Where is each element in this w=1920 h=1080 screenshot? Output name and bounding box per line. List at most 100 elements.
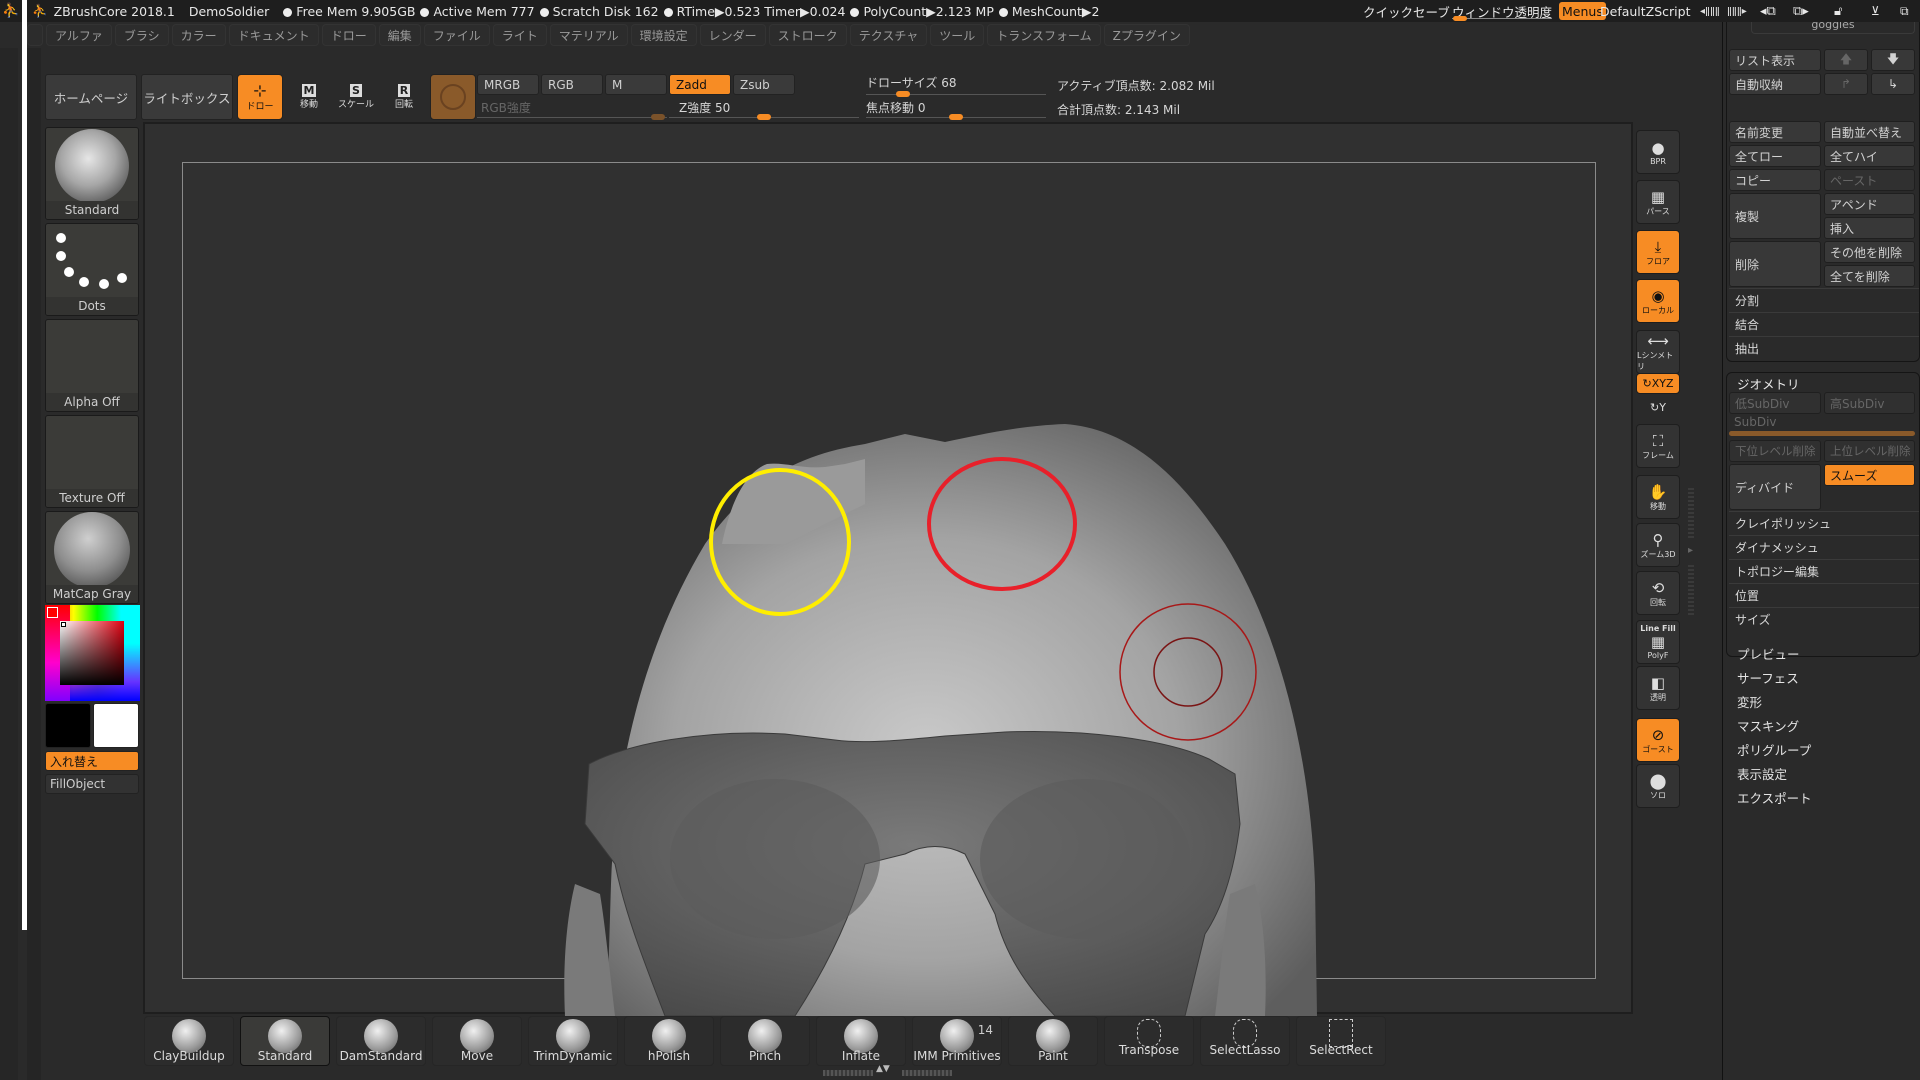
auto-reorder-button[interactable]: 自動並べ替え	[1824, 121, 1915, 143]
menu-light[interactable]: ライト	[492, 24, 547, 46]
focal-shift-knob[interactable]	[949, 114, 963, 120]
bpr-button[interactable]: ● BPR	[1636, 130, 1680, 174]
size-section[interactable]: サイズ	[1729, 607, 1919, 631]
draw-mode-button[interactable]: ⊹ ドロー	[237, 74, 283, 120]
alpha-selector[interactable]: Alpha Off	[45, 319, 139, 412]
move-up-arrow-icon[interactable]: 🡅	[1824, 49, 1868, 71]
brushbar-scroll-right[interactable]	[902, 1070, 952, 1076]
ghost-button[interactable]: ⊘ ゴースト	[1636, 718, 1680, 762]
zsub-button[interactable]: Zsub	[733, 74, 795, 95]
right-shelf-collapse-icon[interactable]: ▸	[1688, 545, 1693, 556]
polygroups-section[interactable]: ポリグループ	[1737, 740, 1811, 759]
brush-claybuildup[interactable]: ClayBuildup	[144, 1016, 234, 1066]
menu-render[interactable]: レンダー	[699, 24, 766, 46]
rotate-button[interactable]: ⟲ 回転	[1636, 571, 1680, 615]
z-intensity-knob[interactable]	[757, 114, 771, 120]
draw-size-track[interactable]	[866, 94, 1046, 95]
right-shelf-scroll-top[interactable]	[1688, 488, 1694, 538]
brush-pinch[interactable]: Pinch	[720, 1016, 810, 1066]
geometry-title[interactable]: ジオメトリ	[1737, 374, 1800, 393]
stroke-selector[interactable]: Dots	[45, 223, 139, 316]
all-high-button[interactable]: 全てハイ	[1824, 145, 1915, 167]
brush-selectrect[interactable]: SelectRect	[1296, 1016, 1386, 1066]
zoom3d-button[interactable]: ⚲ ズーム3D	[1636, 523, 1680, 567]
y-button[interactable]: ↻Y	[1636, 398, 1680, 416]
display-properties-section[interactable]: 表示設定	[1737, 764, 1787, 783]
polyf-button[interactable]: Line Fill ▦ PolyF	[1636, 620, 1680, 664]
menu-material[interactable]: マテリアル	[549, 24, 628, 46]
divide-button[interactable]: ディバイド	[1729, 464, 1821, 510]
shrink-ui-icon[interactable]: ◂ǁǁǁ	[1700, 0, 1720, 22]
delete-lower-button[interactable]: 下位レベル削除	[1729, 440, 1821, 462]
brush-selector[interactable]: Standard	[45, 127, 139, 220]
menu-brush[interactable]: ブラシ	[114, 24, 169, 46]
material-sphere-button[interactable]	[430, 74, 476, 120]
rename-button[interactable]: 名前変更	[1729, 121, 1821, 143]
brush-trimdynamic[interactable]: TrimDynamic	[528, 1016, 618, 1066]
deformation-section[interactable]: 変形	[1737, 692, 1762, 711]
brush-selectlasso[interactable]: SelectLasso	[1200, 1016, 1290, 1066]
move-down-arrow-icon[interactable]: 🡇	[1871, 49, 1915, 71]
delete-other-button[interactable]: その他を削除	[1824, 241, 1915, 263]
prev-layout-icon[interactable]: ◂⧉	[1760, 0, 1776, 22]
swap-colors-button[interactable]: 入れ替え	[45, 751, 139, 771]
menu-stroke[interactable]: ストローク	[768, 24, 847, 46]
brush-damstandard[interactable]: DamStandard	[336, 1016, 426, 1066]
menu-tool[interactable]: ツール	[930, 24, 985, 46]
menu-file[interactable]: ファイル	[423, 24, 490, 46]
rgb-button[interactable]: RGB	[541, 74, 603, 95]
paste-button[interactable]: ペースト	[1824, 169, 1915, 191]
move-up-turn-icon[interactable]: ↱	[1824, 73, 1868, 95]
split-section[interactable]: 分割	[1729, 288, 1919, 312]
rgb-intensity-knob[interactable]	[651, 114, 665, 120]
brush-hpolish[interactable]: hPolish	[624, 1016, 714, 1066]
material-selector[interactable]: MatCap Gray	[45, 511, 139, 604]
tertiary-color-swatch[interactable]	[93, 703, 139, 748]
brush-paint[interactable]: Paint	[1008, 1016, 1098, 1066]
transparency-knob[interactable]	[1453, 16, 1467, 21]
move-button[interactable]: ✋ 移動	[1636, 475, 1680, 519]
position-section[interactable]: 位置	[1729, 583, 1919, 607]
quicksave-button[interactable]: クイックセーブ	[1363, 0, 1450, 22]
draw-size-knob[interactable]	[895, 91, 910, 97]
move-mode-button[interactable]: M 移動	[286, 74, 332, 120]
rgb-intensity-track[interactable]	[477, 117, 667, 118]
lsym-button[interactable]: ⟷ Lシンメトリ	[1636, 330, 1680, 374]
brush-transpose[interactable]: Transpose	[1104, 1016, 1194, 1066]
brush-move[interactable]: Move	[432, 1016, 522, 1066]
menu-transform[interactable]: トランスフォーム	[987, 24, 1101, 46]
scale-mode-button[interactable]: S スケール	[333, 74, 379, 120]
subdiv-slider[interactable]	[1729, 431, 1915, 436]
merge-section[interactable]: 結合	[1729, 312, 1919, 336]
all-low-button[interactable]: 全てロー	[1729, 145, 1821, 167]
lower-subdiv-button[interactable]: 低SubDiv	[1729, 392, 1821, 414]
smooth-toggle[interactable]: スムーズ	[1824, 464, 1915, 486]
right-shelf-scroll-bottom[interactable]	[1688, 565, 1694, 615]
preview-section[interactable]: プレビュー	[1737, 644, 1800, 663]
color-picker[interactable]	[45, 605, 140, 701]
menu-scroll[interactable]	[27, 24, 43, 46]
secondary-color-swatch[interactable]	[45, 703, 91, 748]
next-layout-icon[interactable]: ⧉▸	[1793, 0, 1809, 22]
menu-color[interactable]: カラー	[171, 24, 226, 46]
edit-topology-section[interactable]: トポロジー編集	[1729, 559, 1919, 583]
xyz-button[interactable]: ↻XYZ	[1636, 373, 1680, 394]
menu-alpha[interactable]: アルファ	[46, 24, 112, 46]
list-view-button[interactable]: リスト表示	[1729, 49, 1821, 71]
unlock-icon[interactable]: 🔓︎	[1834, 0, 1842, 22]
m-button[interactable]: M	[605, 74, 667, 95]
brushbar-toggle-icon[interactable]: ▲▼	[876, 1064, 890, 1074]
solo-button[interactable]: ⬤ ソロ	[1636, 764, 1680, 808]
delete-button[interactable]: 削除	[1729, 241, 1821, 287]
frame-button[interactable]: ⛶ フレーム	[1636, 424, 1680, 468]
masking-section[interactable]: マスキング	[1737, 716, 1799, 735]
menus-button[interactable]: Menus	[1559, 2, 1606, 20]
minimize-icon[interactable]: ⊻	[1871, 0, 1880, 22]
menu-draw[interactable]: ドロー	[321, 24, 376, 46]
menu-edit[interactable]: 編集	[378, 24, 421, 46]
menu-preferences[interactable]: 環境設定	[630, 24, 697, 46]
mrgb-button[interactable]: MRGB	[477, 74, 539, 95]
move-down-turn-icon[interactable]: ↳	[1871, 73, 1915, 95]
lightbox-button[interactable]: ライトボックス	[141, 74, 233, 120]
rotate-mode-button[interactable]: R 回転	[381, 74, 427, 120]
